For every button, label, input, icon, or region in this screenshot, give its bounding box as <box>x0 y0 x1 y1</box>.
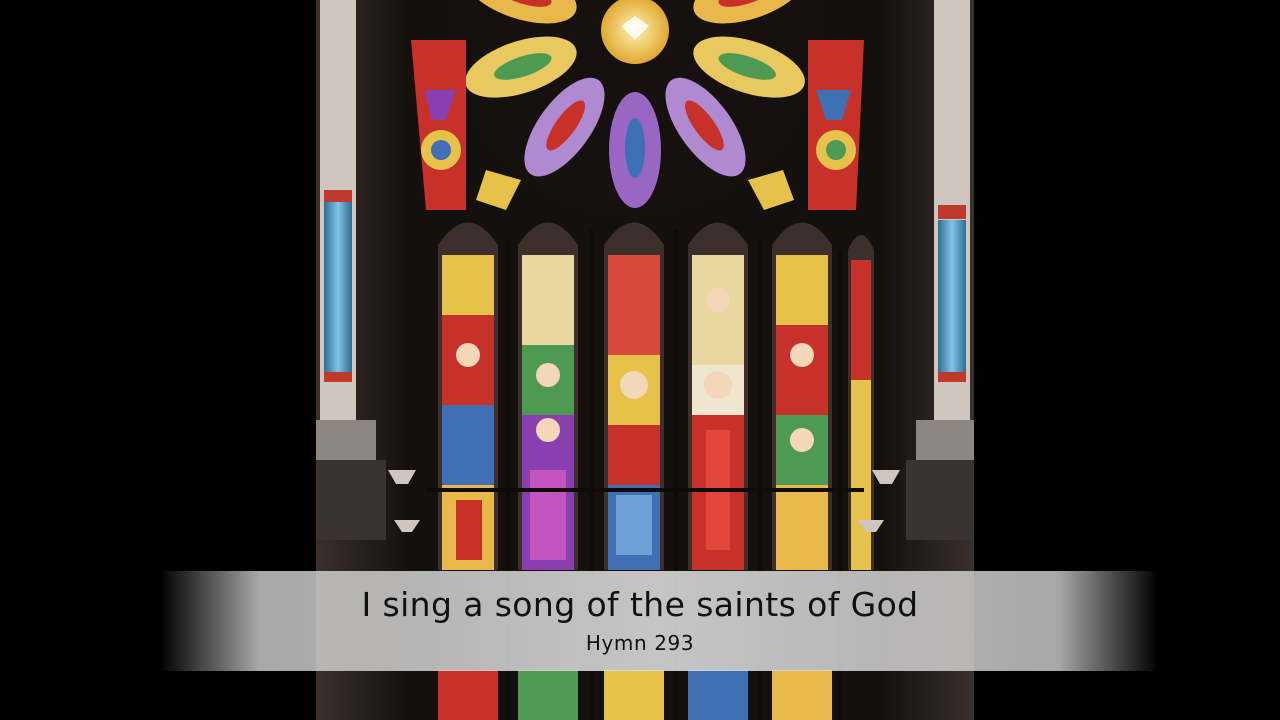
right-spandrel <box>808 40 864 210</box>
lancet-3 <box>604 222 664 570</box>
hymn-number: Hymn 293 <box>585 631 695 655</box>
video-frame: I sing a song of the saints of God Hymn … <box>0 0 1280 720</box>
lower-glass <box>438 670 832 720</box>
lancet-6-partial <box>848 235 874 570</box>
hymn-title: I sing a song of the saints of God <box>361 585 919 624</box>
lancet-4 <box>688 222 748 570</box>
lancet-2 <box>518 222 578 570</box>
lancet-1 <box>438 222 498 570</box>
lancet-5 <box>772 222 832 570</box>
